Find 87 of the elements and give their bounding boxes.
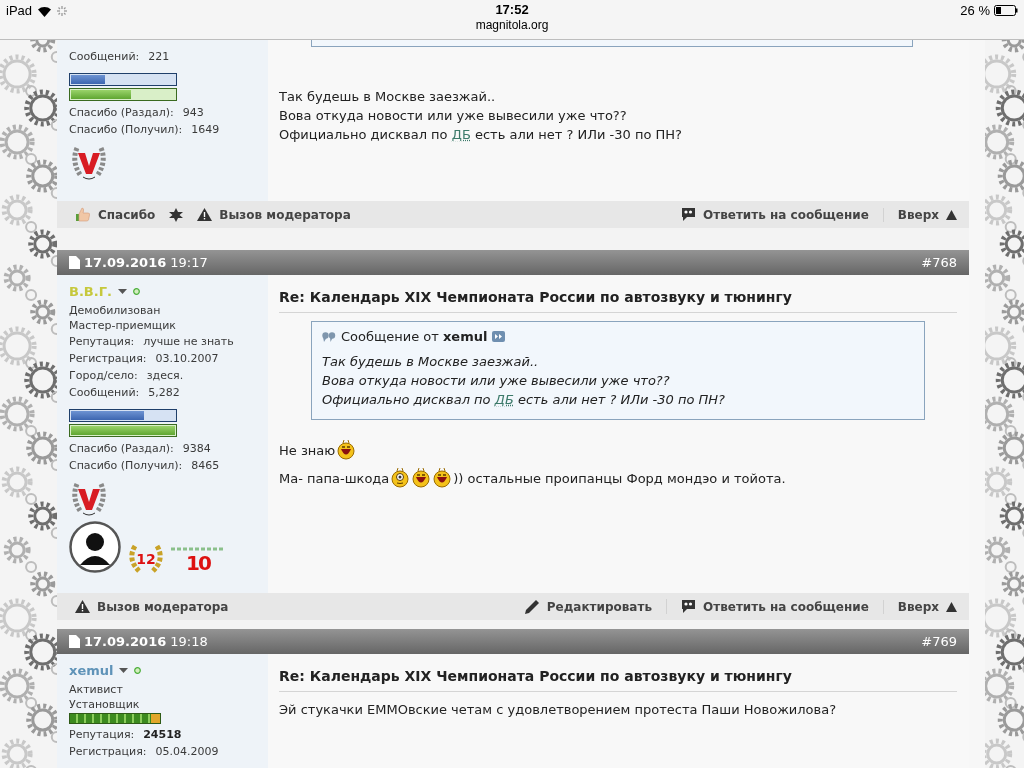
caret-icon[interactable]	[117, 289, 127, 294]
user-title: Мастер-приемщик	[69, 318, 177, 333]
post-text: Официально дисквал по ДБ есть али нет ? ИЛи -30 по ПН?	[279, 126, 683, 144]
activity-spinner-icon	[57, 5, 68, 16]
star-icon	[169, 207, 184, 222]
post-text: Вова откуда новости или уже вывесили уже что??	[322, 372, 671, 390]
back-to-top-button[interactable]: Вверх	[882, 207, 957, 222]
device-name: iPad	[6, 3, 33, 18]
clock-time: 17:52	[495, 2, 529, 17]
stat-value: 1649	[191, 122, 220, 138]
post-text: Не знаю	[279, 442, 336, 460]
stat-label: Город/село:	[69, 368, 138, 384]
post-text: Так будешь в Москве заезжай..	[279, 88, 497, 106]
ribbon-badge-icon	[69, 144, 109, 181]
page-address[interactable]: magnitola.org	[475, 18, 549, 32]
badge-number: 10	[186, 553, 210, 573]
stat-value: лучше не знать	[143, 334, 234, 350]
ribbon-badge-icon	[69, 480, 109, 517]
stat-label: Спасибо (Получил):	[69, 122, 183, 138]
battery-percent: 26 %	[960, 3, 990, 18]
star-button[interactable]	[169, 207, 184, 222]
laughing-smiley-icon	[432, 468, 453, 488]
caret-icon[interactable]	[119, 668, 129, 673]
battery-icon	[994, 5, 1018, 16]
stat-value: 9384	[182, 441, 211, 457]
post-number[interactable]: #768	[921, 255, 957, 270]
go-to-post-icon[interactable]	[492, 331, 506, 342]
stat-label: Спасибо (Раздал):	[69, 441, 174, 457]
text-link[interactable]: ДБ	[451, 127, 471, 142]
stat-value: 05.04.2009	[155, 744, 219, 760]
laurel-badge: 12	[127, 543, 165, 573]
thanks-button[interactable]: Спасибо	[75, 207, 156, 222]
post-title: Re: Календарь XIX Чемпионата России по автозвуку и тюнингу	[279, 288, 957, 313]
user-title: Активист	[69, 683, 124, 698]
stat-label: Спасибо (Раздал):	[69, 105, 174, 121]
stat-label: Сообщений:	[69, 49, 140, 65]
post-time: 19:17	[170, 255, 208, 270]
avatar	[69, 521, 121, 573]
up-triangle-icon	[946, 601, 957, 612]
stat-label: Регистрация:	[69, 744, 147, 760]
text-link[interactable]: ДБ	[494, 392, 514, 407]
stat-value: 8465	[191, 458, 220, 474]
stat-label: Репутация:	[69, 727, 135, 743]
post-title: Re: Календарь XIX Чемпионата России по автозвуку и тюнингу	[279, 667, 957, 692]
edit-button[interactable]: Редактировать	[524, 599, 652, 614]
speech-bubble-icon	[681, 599, 696, 614]
quote-icon	[322, 331, 336, 342]
post-date: 17.09.2016	[84, 255, 167, 270]
post-text: )) остальные проипанцы Форд мондэо и тойота.	[453, 470, 786, 488]
report-button[interactable]: Вызов модератора	[75, 599, 229, 614]
stat-value: здеся.	[146, 368, 184, 384]
stat-label: Регистрация:	[69, 351, 147, 367]
stat-value: 24518	[143, 727, 182, 743]
stat-label: Сообщений:	[69, 385, 140, 401]
stat-label: Репутация:	[69, 334, 135, 350]
speech-bubble-icon	[681, 207, 696, 222]
stat-value: 221	[148, 49, 170, 65]
up-triangle-icon	[946, 209, 957, 220]
stat-value: 943	[182, 105, 204, 121]
document-icon	[69, 256, 80, 269]
report-button[interactable]: Вызов модератора	[197, 207, 351, 222]
warning-icon	[75, 600, 90, 613]
post-text: Так будешь в Москве заезжай..	[322, 353, 540, 371]
pencil-icon	[524, 599, 540, 614]
user-title: Установщик	[69, 697, 141, 712]
warning-icon	[197, 208, 213, 221]
stat-value: 5,282	[148, 385, 180, 401]
post-text: Эй стукачки ЕММОвские четам с удовлетворением протеста Паши Новожилова?	[279, 701, 838, 719]
post-time: 19:18	[170, 634, 208, 649]
user-title: Демобилизован	[69, 304, 162, 319]
post-number[interactable]: #769	[921, 634, 957, 649]
stat-label: Спасибо (Получил):	[69, 458, 183, 474]
document-icon	[69, 635, 80, 648]
post-text: Вова откуда новости или уже вывесили уже что??	[279, 107, 628, 125]
reply-button[interactable]: Ответить на сообщение	[681, 207, 869, 222]
quote-source: Сообщение от xemul	[341, 328, 488, 346]
wifi-icon	[37, 4, 53, 17]
laughing-smiley-icon	[411, 468, 432, 488]
stat-value: 03.10.2007	[155, 351, 219, 367]
post-text: Официально дисквал по ДБ есть али нет ? ИЛи -30 по ПН?	[322, 391, 726, 409]
post-date: 17.09.2016	[84, 634, 167, 649]
reply-button[interactable]: Ответить на сообщение	[666, 599, 869, 614]
smiley-icon	[390, 468, 411, 488]
back-to-top-button[interactable]: Вверх	[882, 599, 957, 614]
laughing-smiley-icon	[336, 440, 357, 460]
thumbs-up-icon	[75, 207, 91, 222]
post-text: Ма- папа-шкода	[279, 470, 390, 488]
